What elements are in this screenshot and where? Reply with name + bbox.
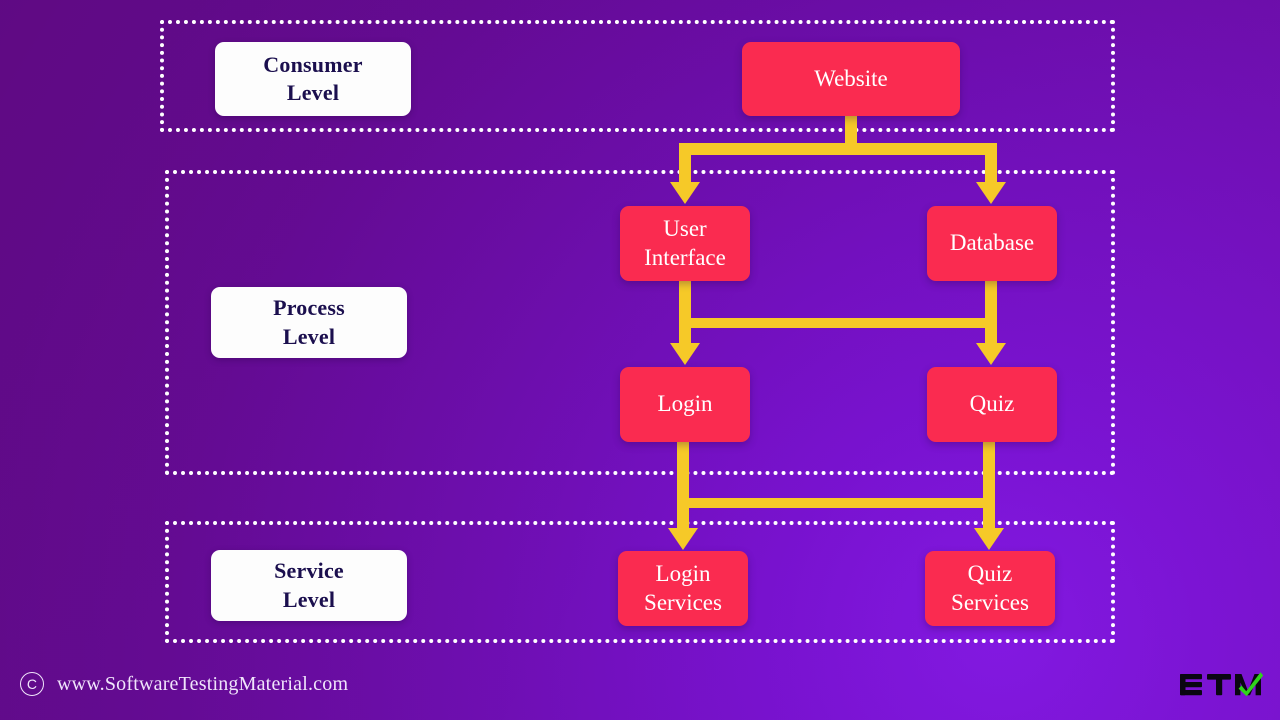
edge-quiz-to-quiz-services-arrow [974, 528, 1004, 550]
level-label-process-line2: Level [282, 323, 336, 349]
node-quiz[interactable]: Quiz [927, 367, 1057, 442]
level-label-consumer-line1: Consumer [263, 51, 363, 77]
edge-quiz-to-quiz-services-line [983, 442, 995, 529]
level-label-service-line2: Level [282, 586, 336, 612]
level-label-process-line1: Process [273, 295, 345, 321]
node-quiz-services-line1: Quiz [967, 561, 1013, 587]
edge-login-to-login-services-line [677, 442, 689, 529]
node-login[interactable]: Login [620, 367, 750, 442]
level-label-service-line1: Service [274, 558, 344, 584]
node-website[interactable]: Website [742, 42, 960, 116]
edge-database-to-quiz-line [985, 281, 997, 344]
edge-login-to-login-services-arrow [668, 528, 698, 550]
level-label-consumer-line2: Level [286, 80, 340, 105]
edge-website-to-user-interface-arrow [670, 182, 700, 204]
node-quiz-services[interactable]: Quiz Services [925, 551, 1055, 626]
node-login-label: Login [657, 391, 713, 417]
edge-website-bus [685, 143, 997, 155]
stm-logo [1178, 665, 1264, 705]
footer-credit: C www.SoftwareTestingMaterial.com [20, 672, 348, 696]
level-label-consumer: Consumer Level [215, 42, 411, 116]
edge-user-interface-to-login-arrow [670, 343, 700, 365]
node-quiz-label: Quiz [969, 391, 1015, 417]
edge-database-to-quiz-arrow [976, 343, 1006, 365]
copyright-icon: C [20, 672, 44, 696]
edge-website-to-user-interface-line [679, 143, 691, 183]
node-user-interface[interactable]: User Interface [620, 206, 750, 281]
node-user-interface-line1: User [663, 216, 707, 242]
node-login-services-line2: Services [644, 589, 722, 615]
edge-process-cross-bus [679, 318, 997, 328]
diagram-canvas: Consumer Level Website Process Level Use… [0, 0, 1280, 720]
edge-website-to-database-arrow [976, 182, 1006, 204]
edge-website-to-database-line [985, 143, 997, 183]
node-login-services-line1: Login [655, 561, 711, 587]
level-label-process: Process Level [211, 287, 407, 358]
node-quiz-services-line2: Services [951, 589, 1029, 615]
edge-website-stem [845, 116, 857, 146]
node-website-label: Website [814, 65, 888, 91]
node-database[interactable]: Database [927, 206, 1057, 281]
node-database-label: Database [949, 230, 1035, 256]
edge-user-interface-to-login-line [679, 281, 691, 344]
footer-website-url: www.SoftwareTestingMaterial.com [57, 672, 349, 695]
edge-service-cross-bus [677, 498, 995, 508]
node-login-services[interactable]: Login Services [618, 551, 748, 626]
level-label-service: Service Level [211, 550, 407, 621]
node-user-interface-line2: Interface [644, 244, 726, 270]
